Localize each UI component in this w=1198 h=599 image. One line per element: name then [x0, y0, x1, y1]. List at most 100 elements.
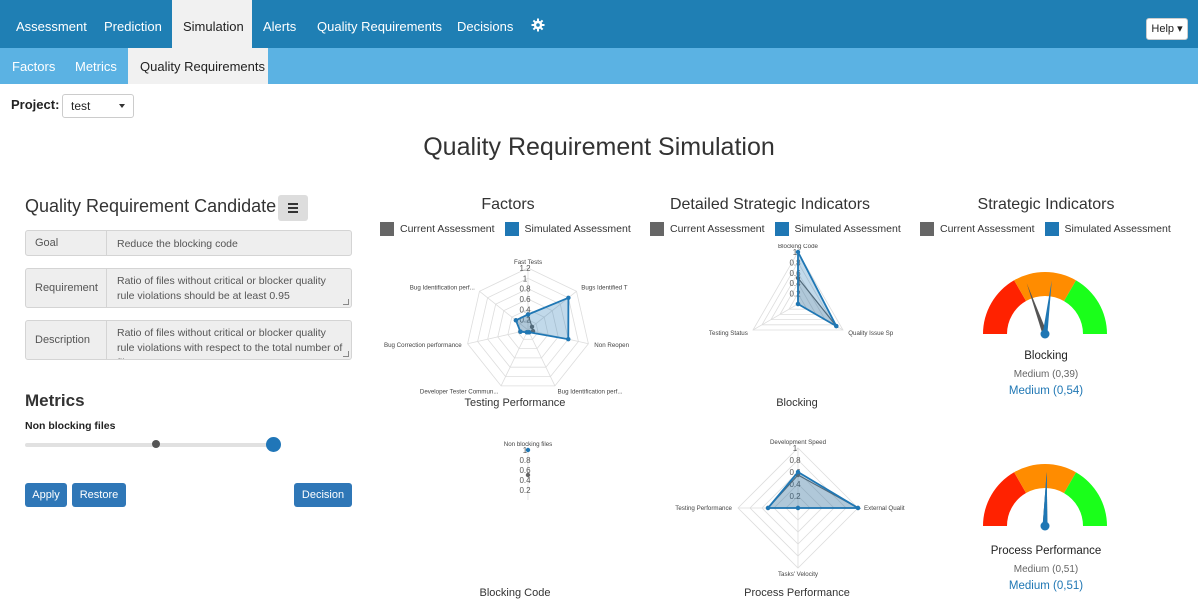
- radar-axis-label: Bug Identification perf...: [558, 388, 623, 395]
- blocking-radar-chart: 0.20.40.60.81Blocking CodeQuality Issue …: [709, 244, 894, 337]
- chart-caption: Blocking: [776, 397, 818, 409]
- top-navbar: Assessment Prediction Simulation Alerts …: [0, 0, 1198, 48]
- legend-current-swatch: [920, 222, 934, 236]
- help-dropdown-button[interactable]: Help ▾: [1146, 18, 1188, 40]
- radar-axis-label: Development Speed: [770, 439, 827, 446]
- goal-label: Goal: [35, 237, 59, 249]
- radar-series-area: [766, 470, 862, 509]
- apply-button[interactable]: Apply: [25, 483, 67, 507]
- si-simulated-value: Medium (0,51): [1008, 580, 1084, 592]
- chart-caption: Blocking Code: [479, 587, 551, 599]
- description-label: Description: [35, 334, 91, 346]
- si-name-blocking: Blocking: [1024, 350, 1068, 362]
- legend-current-swatch: [380, 222, 394, 236]
- tab-prediction[interactable]: Prediction: [94, 0, 172, 48]
- metric-name: Non blocking files: [25, 420, 116, 432]
- radar-tick-label: 0.6: [519, 295, 531, 304]
- radar-axis-label: Testing Status: [709, 330, 748, 337]
- sub-navbar: Factors Metrics Quality Requirements: [0, 48, 1198, 84]
- radar-data-point: [518, 329, 523, 334]
- radar-data-point: [524, 330, 530, 335]
- subtab-factors[interactable]: Factors: [0, 48, 62, 84]
- tab-simulation[interactable]: Simulation: [172, 0, 252, 48]
- detailed-legend: Current Assessment Simulated Assessment: [650, 222, 901, 236]
- metric-slider-handle[interactable]: [266, 437, 281, 452]
- caret-down-icon: ▾: [1177, 23, 1183, 35]
- si-current-value: Medium (0,39): [1013, 369, 1079, 380]
- detailed-indicators-title: Detailed Strategic Indicators: [669, 196, 871, 213]
- factors-legend: Current Assessment Simulated Assessment: [380, 222, 631, 236]
- radar-axis-label: Non Reopen: [594, 342, 629, 349]
- radar-data-point: [795, 505, 801, 511]
- resize-handle-icon[interactable]: [343, 351, 349, 357]
- gauge-hub: [1040, 521, 1050, 531]
- radar-data-point: [513, 318, 519, 323]
- radar-data-point: [834, 323, 839, 329]
- description-row: Description Ratio of files without criti…: [25, 320, 352, 360]
- si-name-process-performance: Process Performance: [990, 545, 1102, 557]
- requirement-label: Requirement: [35, 282, 98, 294]
- radar-axis-label: Bug Correction performance: [384, 342, 462, 349]
- process-performance-gauge: [983, 464, 1107, 531]
- tab-decisions[interactable]: Decisions: [446, 0, 524, 48]
- list-icon-button[interactable]: [278, 195, 308, 221]
- tab-quality-requirements[interactable]: Quality Requirements: [304, 0, 446, 48]
- restore-button[interactable]: Restore: [72, 483, 126, 507]
- subtab-metrics[interactable]: Metrics: [62, 48, 128, 84]
- tab-alerts[interactable]: Alerts: [252, 0, 304, 48]
- goal-field[interactable]: Reduce the blocking code: [106, 231, 351, 255]
- strategic-legend: Current Assessment Simulated Assessment: [920, 222, 1171, 236]
- process-performance-radar-chart: 0.20.40.60.81Development SpeedExternal Q…: [675, 439, 905, 578]
- radar-axis-label: Bug Identification perf...: [410, 285, 475, 292]
- legend-simulated-swatch: [1044, 222, 1059, 236]
- resize-handle-icon[interactable]: [343, 299, 349, 305]
- si-current-value: Medium (0,51): [1013, 564, 1079, 575]
- blocking-gauge: [983, 272, 1107, 339]
- radar-tick-label: 0.2: [519, 486, 531, 495]
- strategic-indicators-title: Strategic Indicators: [977, 196, 1115, 213]
- radar-tick-label: 0.8: [789, 456, 801, 465]
- radar-data-point: [566, 295, 571, 300]
- project-select-value: test: [71, 99, 91, 113]
- gauge-hub: [1040, 329, 1050, 339]
- candidate-title: Quality Requirement Candidate: [25, 196, 277, 216]
- radar-series-area: [797, 251, 839, 329]
- requirement-row: Requirement Ratio of files without criti…: [25, 268, 352, 308]
- radar-axis-label: Quality Issue Sp: [848, 330, 894, 337]
- requirement-field[interactable]: Ratio of files without critical or block…: [106, 269, 351, 307]
- chart-caption: Testing Performance: [464, 397, 566, 409]
- radar-data-point: [525, 447, 531, 453]
- metrics-title: Metrics: [25, 391, 85, 410]
- description-field[interactable]: Ratio of files without critical or block…: [106, 321, 351, 359]
- blocking-code-radar-chart: 0.20.40.60.81Non blocking files: [504, 441, 552, 500]
- radar-axis-label: Blocking Code: [778, 244, 818, 250]
- radar-data-point: [855, 505, 861, 511]
- radar-data-point: [525, 312, 531, 317]
- radar-data-point: [795, 469, 801, 475]
- radar-axis-label: Bugs Identified T: [581, 285, 628, 292]
- radar-tick-label: 0.8: [519, 456, 531, 465]
- page-title: Quality Requirement Simulation: [423, 133, 775, 161]
- project-label: Project:: [11, 97, 60, 112]
- radar-axis-label: Developer Tester Commun...: [420, 388, 499, 395]
- radar-tick-label: 0.4: [519, 476, 531, 485]
- subtab-quality-requirements[interactable]: Quality Requirements: [128, 48, 268, 84]
- legend-current-swatch: [650, 222, 664, 236]
- tab-assessment[interactable]: Assessment: [0, 0, 94, 48]
- chart-caption: Process Performance: [744, 587, 850, 599]
- radar-tick-label: 1: [523, 274, 528, 283]
- radar-axis-label: Tasks' Velocity: [778, 571, 819, 578]
- goal-row: Goal Reduce the blocking code: [25, 230, 352, 256]
- radar-data-point: [566, 337, 571, 342]
- caret-down-icon: [119, 104, 125, 108]
- factors-title: Factors: [481, 196, 535, 213]
- project-select[interactable]: test: [62, 94, 134, 118]
- radar-data-point: [765, 505, 771, 511]
- radar-series-area: [514, 296, 570, 341]
- metric-current-marker: [152, 440, 160, 448]
- testing-performance-radar-chart: 0.20.40.60.811.2Fast TestsBugs Identifie…: [384, 259, 630, 395]
- radar-axis-line: [752, 303, 799, 331]
- radar-tick-label: 0.8: [519, 285, 531, 294]
- decision-button[interactable]: Decision: [294, 483, 352, 507]
- gear-icon[interactable]: [531, 18, 545, 32]
